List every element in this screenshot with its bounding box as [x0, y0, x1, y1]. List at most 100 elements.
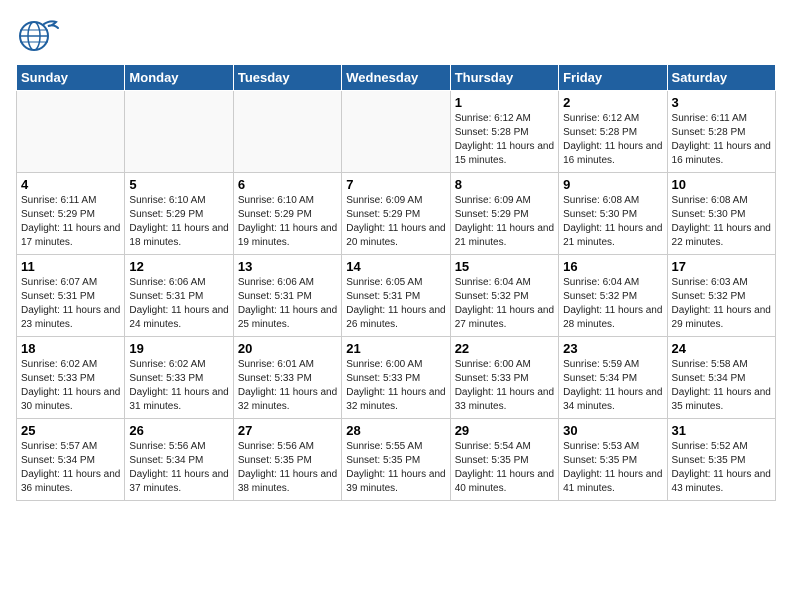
day-info: Sunrise: 6:03 AM Sunset: 5:32 PM Dayligh…	[672, 276, 771, 332]
day-number: 24	[672, 341, 771, 356]
sunset: Sunset: 5:33 PM	[238, 373, 312, 384]
day-info: Sunrise: 6:09 AM Sunset: 5:29 PM Dayligh…	[455, 194, 554, 250]
calendar-cell	[125, 91, 233, 173]
calendar-cell: 1 Sunrise: 6:12 AM Sunset: 5:28 PM Dayli…	[450, 91, 558, 173]
sunset: Sunset: 5:33 PM	[346, 373, 420, 384]
sunset: Sunset: 5:31 PM	[238, 291, 312, 302]
day-info: Sunrise: 5:54 AM Sunset: 5:35 PM Dayligh…	[455, 440, 554, 496]
daylight: Daylight: 11 hours and 40 minutes.	[455, 469, 554, 494]
day-number: 10	[672, 177, 771, 192]
calendar-header-monday: Monday	[125, 65, 233, 91]
day-info: Sunrise: 5:56 AM Sunset: 5:35 PM Dayligh…	[238, 440, 337, 496]
calendar-header-tuesday: Tuesday	[233, 65, 341, 91]
daylight: Daylight: 11 hours and 38 minutes.	[238, 469, 337, 494]
day-number: 7	[346, 177, 445, 192]
daylight: Daylight: 11 hours and 16 minutes.	[672, 141, 771, 166]
calendar-cell: 8 Sunrise: 6:09 AM Sunset: 5:29 PM Dayli…	[450, 173, 558, 255]
calendar-cell	[17, 91, 125, 173]
day-info: Sunrise: 6:12 AM Sunset: 5:28 PM Dayligh…	[455, 112, 554, 168]
page-header	[16, 16, 776, 56]
day-number: 1	[455, 95, 554, 110]
day-number: 30	[563, 423, 662, 438]
sunset: Sunset: 5:32 PM	[455, 291, 529, 302]
calendar-week-4: 18 Sunrise: 6:02 AM Sunset: 5:33 PM Dayl…	[17, 337, 776, 419]
day-number: 26	[129, 423, 228, 438]
calendar-cell: 14 Sunrise: 6:05 AM Sunset: 5:31 PM Dayl…	[342, 255, 450, 337]
calendar-cell: 2 Sunrise: 6:12 AM Sunset: 5:28 PM Dayli…	[559, 91, 667, 173]
daylight: Daylight: 11 hours and 43 minutes.	[672, 469, 771, 494]
day-number: 29	[455, 423, 554, 438]
daylight: Daylight: 11 hours and 21 minutes.	[563, 223, 662, 248]
sunrise: Sunrise: 6:06 AM	[238, 277, 314, 288]
day-info: Sunrise: 6:11 AM Sunset: 5:29 PM Dayligh…	[21, 194, 120, 250]
logo-icon	[16, 16, 60, 56]
daylight: Daylight: 11 hours and 36 minutes.	[21, 469, 120, 494]
sunrise: Sunrise: 6:09 AM	[346, 195, 422, 206]
logo	[16, 16, 64, 56]
day-info: Sunrise: 5:57 AM Sunset: 5:34 PM Dayligh…	[21, 440, 120, 496]
sunrise: Sunrise: 6:10 AM	[129, 195, 205, 206]
calendar-cell: 23 Sunrise: 5:59 AM Sunset: 5:34 PM Dayl…	[559, 337, 667, 419]
sunset: Sunset: 5:34 PM	[563, 373, 637, 384]
daylight: Daylight: 11 hours and 25 minutes.	[238, 305, 337, 330]
day-number: 6	[238, 177, 337, 192]
calendar-cell: 16 Sunrise: 6:04 AM Sunset: 5:32 PM Dayl…	[559, 255, 667, 337]
daylight: Daylight: 11 hours and 32 minutes.	[238, 387, 337, 412]
calendar-header-friday: Friday	[559, 65, 667, 91]
sunrise: Sunrise: 6:10 AM	[238, 195, 314, 206]
sunset: Sunset: 5:28 PM	[455, 127, 529, 138]
calendar-header-thursday: Thursday	[450, 65, 558, 91]
day-info: Sunrise: 6:06 AM Sunset: 5:31 PM Dayligh…	[238, 276, 337, 332]
day-info: Sunrise: 6:00 AM Sunset: 5:33 PM Dayligh…	[455, 358, 554, 414]
daylight: Daylight: 11 hours and 27 minutes.	[455, 305, 554, 330]
sunrise: Sunrise: 6:06 AM	[129, 277, 205, 288]
sunset: Sunset: 5:28 PM	[563, 127, 637, 138]
sunset: Sunset: 5:28 PM	[672, 127, 746, 138]
day-number: 23	[563, 341, 662, 356]
day-info: Sunrise: 6:10 AM Sunset: 5:29 PM Dayligh…	[129, 194, 228, 250]
sunset: Sunset: 5:35 PM	[672, 455, 746, 466]
daylight: Daylight: 11 hours and 16 minutes.	[563, 141, 662, 166]
daylight: Daylight: 11 hours and 28 minutes.	[563, 305, 662, 330]
day-number: 20	[238, 341, 337, 356]
sunrise: Sunrise: 6:05 AM	[346, 277, 422, 288]
daylight: Daylight: 11 hours and 24 minutes.	[129, 305, 228, 330]
sunrise: Sunrise: 6:09 AM	[455, 195, 531, 206]
sunrise: Sunrise: 5:54 AM	[455, 441, 531, 452]
daylight: Daylight: 11 hours and 18 minutes.	[129, 223, 228, 248]
sunrise: Sunrise: 6:12 AM	[455, 113, 531, 124]
daylight: Daylight: 11 hours and 21 minutes.	[455, 223, 554, 248]
sunrise: Sunrise: 5:55 AM	[346, 441, 422, 452]
sunrise: Sunrise: 5:59 AM	[563, 359, 639, 370]
calendar-cell: 13 Sunrise: 6:06 AM Sunset: 5:31 PM Dayl…	[233, 255, 341, 337]
calendar-week-3: 11 Sunrise: 6:07 AM Sunset: 5:31 PM Dayl…	[17, 255, 776, 337]
day-info: Sunrise: 6:08 AM Sunset: 5:30 PM Dayligh…	[563, 194, 662, 250]
sunset: Sunset: 5:35 PM	[455, 455, 529, 466]
sunset: Sunset: 5:33 PM	[21, 373, 95, 384]
day-info: Sunrise: 5:52 AM Sunset: 5:35 PM Dayligh…	[672, 440, 771, 496]
calendar-cell: 25 Sunrise: 5:57 AM Sunset: 5:34 PM Dayl…	[17, 419, 125, 501]
sunset: Sunset: 5:35 PM	[238, 455, 312, 466]
calendar-header-row: SundayMondayTuesdayWednesdayThursdayFrid…	[17, 65, 776, 91]
sunrise: Sunrise: 5:56 AM	[129, 441, 205, 452]
daylight: Daylight: 11 hours and 26 minutes.	[346, 305, 445, 330]
daylight: Daylight: 11 hours and 23 minutes.	[21, 305, 120, 330]
sunrise: Sunrise: 6:02 AM	[129, 359, 205, 370]
sunrise: Sunrise: 6:11 AM	[21, 195, 96, 206]
calendar-cell: 12 Sunrise: 6:06 AM Sunset: 5:31 PM Dayl…	[125, 255, 233, 337]
calendar-cell: 18 Sunrise: 6:02 AM Sunset: 5:33 PM Dayl…	[17, 337, 125, 419]
day-number: 3	[672, 95, 771, 110]
day-info: Sunrise: 6:04 AM Sunset: 5:32 PM Dayligh…	[455, 276, 554, 332]
day-number: 16	[563, 259, 662, 274]
calendar-cell: 4 Sunrise: 6:11 AM Sunset: 5:29 PM Dayli…	[17, 173, 125, 255]
daylight: Daylight: 11 hours and 19 minutes.	[238, 223, 337, 248]
day-number: 18	[21, 341, 120, 356]
day-number: 28	[346, 423, 445, 438]
daylight: Daylight: 11 hours and 30 minutes.	[21, 387, 120, 412]
sunset: Sunset: 5:32 PM	[672, 291, 746, 302]
day-number: 14	[346, 259, 445, 274]
sunrise: Sunrise: 6:11 AM	[672, 113, 747, 124]
calendar-cell: 6 Sunrise: 6:10 AM Sunset: 5:29 PM Dayli…	[233, 173, 341, 255]
sunrise: Sunrise: 6:04 AM	[563, 277, 639, 288]
sunset: Sunset: 5:33 PM	[129, 373, 203, 384]
